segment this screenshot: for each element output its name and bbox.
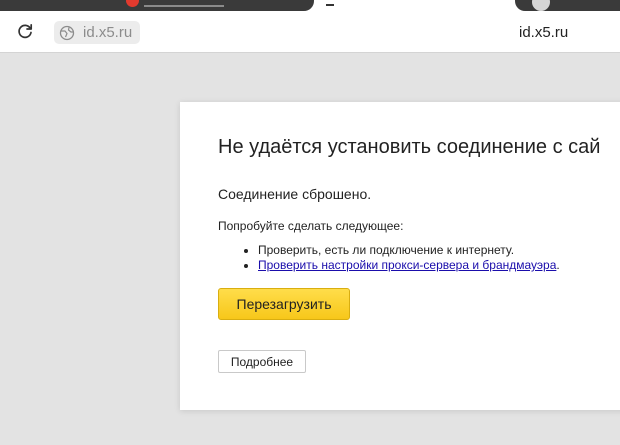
tab-strip <box>0 0 620 12</box>
error-title: Не удаётся установить соединение с сай <box>218 136 601 158</box>
proxy-settings-link[interactable]: Проверить настройки прокси-сервера и бра… <box>258 258 556 272</box>
reload-icon <box>18 23 33 39</box>
address-text: id.x5.ru <box>83 24 133 41</box>
error-card: Не удаётся установить соединение с сай С… <box>180 102 620 410</box>
suggestion-list: Проверить, есть ли подключение к интерне… <box>218 243 560 273</box>
details-button[interactable]: Подробнее <box>218 350 306 373</box>
globe-icon <box>59 25 75 40</box>
page-title: id.x5.ru <box>519 24 569 41</box>
tab-active-icon <box>326 4 334 6</box>
list-item: Проверить, есть ли подключение к интерне… <box>258 243 560 258</box>
browser-toolbar: id.x5.ru id.x5.ru <box>0 12 620 53</box>
reload-page-button[interactable]: Перезагрузить <box>218 288 350 320</box>
suggestion-text: Проверить, есть ли подключение к интерне… <box>258 243 515 257</box>
list-item: Проверить настройки прокси-сервера и бра… <box>258 258 560 273</box>
tab-inactive-right[interactable] <box>515 0 620 11</box>
error-subtitle: Соединение сброшено. <box>218 186 372 202</box>
reload-button[interactable] <box>14 21 36 43</box>
tab-title-fragment <box>144 5 224 7</box>
error-try-label: Попробуйте сделать следующее: <box>218 219 404 233</box>
address-bar[interactable]: id.x5.ru <box>54 21 141 44</box>
page-content: Не удаётся установить соединение с сай С… <box>0 53 620 445</box>
suggestion-period: . <box>556 258 560 272</box>
